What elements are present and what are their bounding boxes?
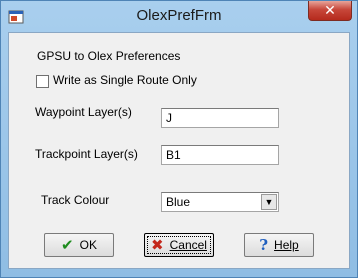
form-body: GPSU to Olex Preferences Write as Single… [8,32,350,269]
question-icon: ? [259,235,269,254]
waypoint-layer-label: Waypoint Layer(s) [35,105,132,119]
help-button[interactable]: ? Help [244,233,314,257]
single-route-checkbox-label[interactable]: Write as Single Route Only [53,73,197,87]
form-heading: GPSU to Olex Preferences [37,49,181,63]
close-icon: ✕ [324,2,336,18]
window-title: OlexPrefFrm [136,7,222,24]
dialog-window: OlexPrefFrm ✕ GPSU to Olex Preferences W… [0,0,358,278]
cancel-button[interactable]: ✖ Cancel [144,233,214,257]
single-route-checkbox[interactable] [36,75,49,88]
help-button-label: Help [274,238,299,252]
track-colour-label: Track Colour [41,193,110,207]
trackpoint-layer-input[interactable]: B1 [161,145,279,165]
close-button[interactable]: ✕ [308,1,352,21]
cross-icon: ✖ [151,236,164,254]
ok-button-label: OK [79,238,97,252]
cancel-button-label: Cancel [169,238,207,252]
track-colour-select[interactable]: Blue ▼ [161,192,279,212]
ok-button[interactable]: ✔ OK [44,233,114,257]
check-icon: ✔ [61,236,74,254]
waypoint-layer-input[interactable]: J [161,108,279,128]
title-bar[interactable]: OlexPrefFrm ✕ [1,1,357,33]
trackpoint-layer-label: Trackpoint Layer(s) [35,147,138,161]
chevron-down-icon[interactable]: ▼ [261,194,277,210]
track-colour-value: Blue [166,195,191,209]
